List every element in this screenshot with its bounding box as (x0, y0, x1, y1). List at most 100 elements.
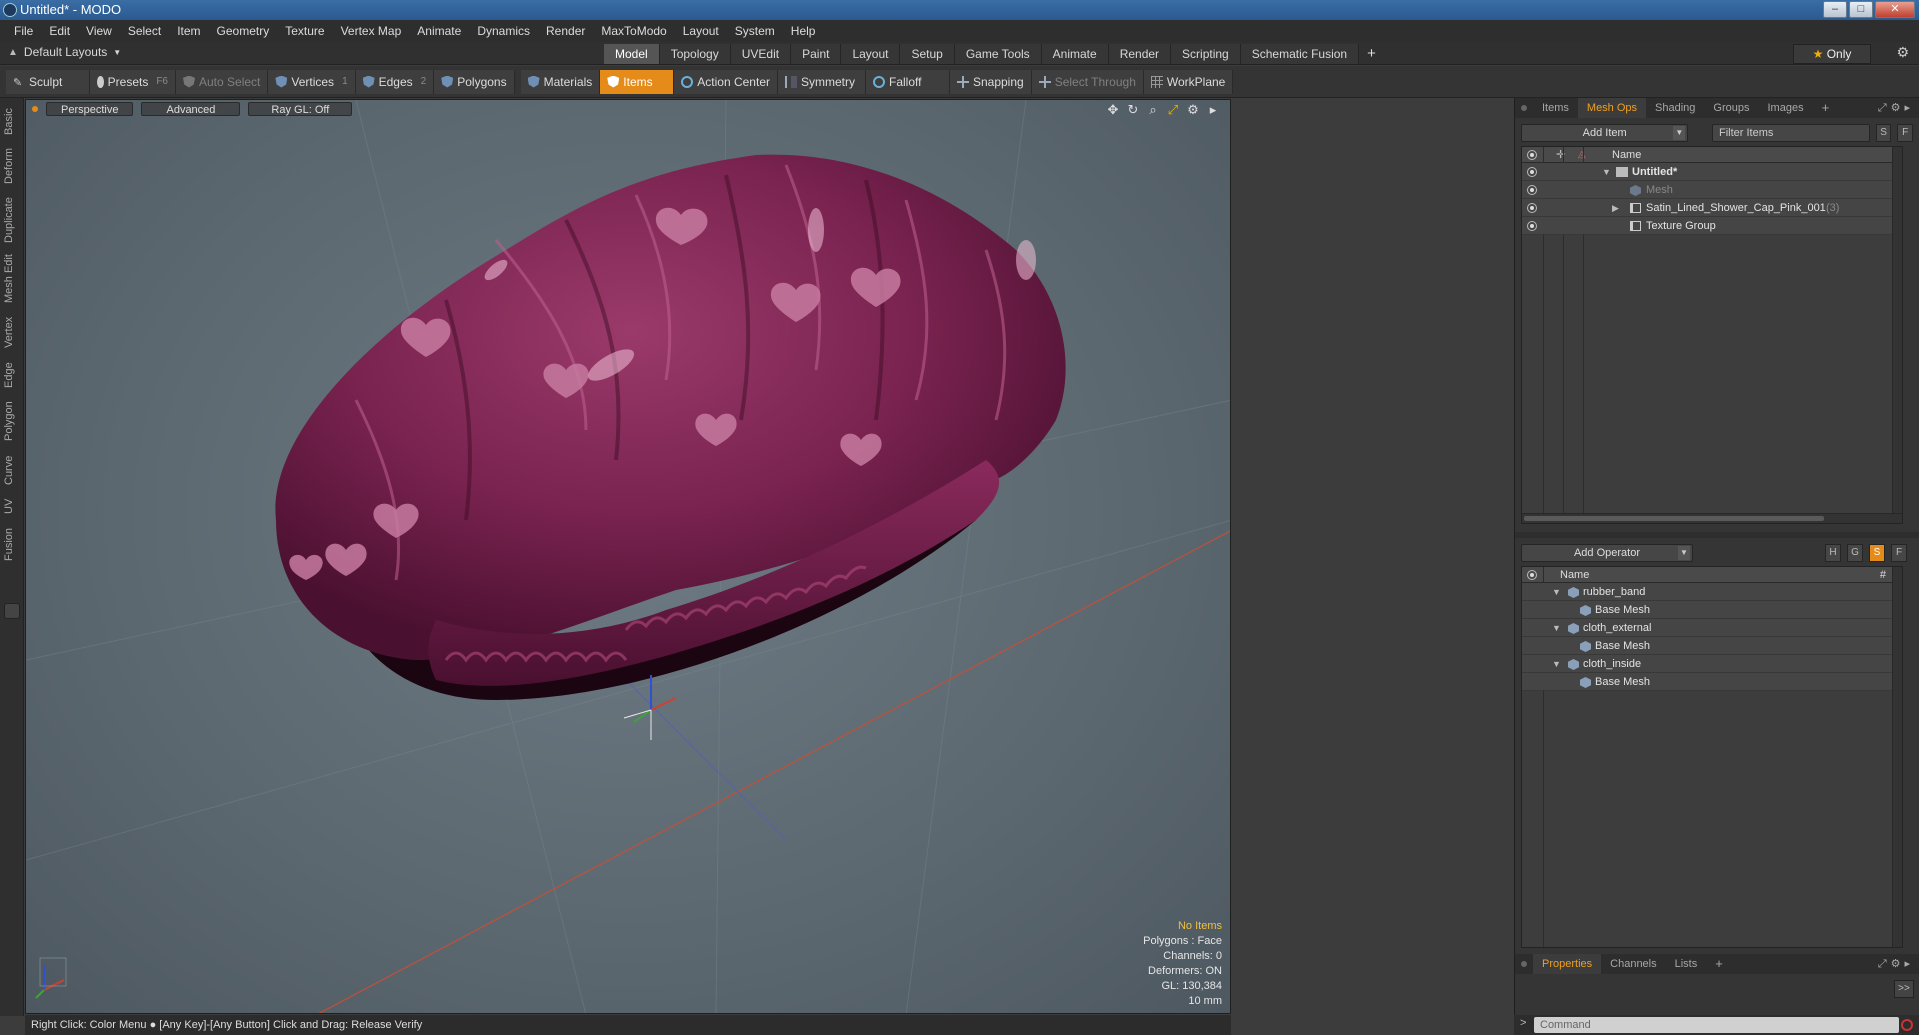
meshop-row[interactable]: Base Mesh (1522, 637, 1902, 655)
menu-select[interactable]: Select (120, 20, 169, 42)
sidetab-mesh-edit[interactable]: Mesh Edit (3, 252, 21, 306)
menu-help[interactable]: Help (783, 20, 824, 42)
visibility-eye-icon[interactable] (1527, 167, 1537, 177)
sidetab-edge[interactable]: Edge (3, 358, 21, 392)
items-horizontal-scrollbar[interactable] (1522, 513, 1902, 523)
tab-items[interactable]: Items (1533, 98, 1578, 118)
menu-system[interactable]: System (727, 20, 783, 42)
polygons-button[interactable]: Polygons (434, 69, 515, 94)
close-button[interactable]: ✕ (1875, 1, 1915, 18)
panel-controls-icons[interactable]: ⤢⚙▸ (1878, 957, 1914, 971)
scrollbar-thumb[interactable] (1524, 516, 1824, 521)
command-input[interactable]: Command (1534, 1017, 1899, 1033)
tree-row-texture-group[interactable]: Texture Group (1522, 217, 1902, 235)
panel-menu-dot[interactable] (1521, 105, 1527, 111)
menu-geometry[interactable]: Geometry (209, 20, 278, 42)
menu-maxtomodo[interactable]: MaxToModo (593, 20, 674, 42)
tab-channels[interactable]: Channels (1601, 954, 1665, 974)
tab-game-tools[interactable]: Game Tools (954, 44, 1042, 64)
snapping-button[interactable]: Snapping (949, 69, 1032, 94)
sidetab-curve[interactable]: Curve (3, 450, 21, 490)
layout-selector[interactable]: ▲ Default Layouts ▼ (8, 45, 121, 59)
sidetab-deform[interactable]: Deform (3, 144, 21, 188)
sidetab-uv[interactable]: UV (3, 494, 21, 518)
select-through-button[interactable]: Select Through (1031, 69, 1144, 94)
tab-layout[interactable]: Layout (841, 44, 901, 64)
tab-images[interactable]: Images (1759, 98, 1813, 118)
f-filter-button[interactable]: F (1897, 124, 1913, 142)
items-button[interactable]: Items (600, 69, 675, 94)
visibility-eye-icon[interactable] (1527, 185, 1537, 195)
falloff-button[interactable]: Falloff (865, 69, 950, 94)
meshop-row[interactable]: ▼ rubber_band (1522, 583, 1902, 601)
add-item-dropdown[interactable]: Add Item ▼ (1521, 124, 1689, 142)
tree-row-mesh[interactable]: Mesh (1522, 181, 1902, 199)
meshops-vertical-scrollbar[interactable] (1892, 567, 1902, 947)
menu-vertex-map[interactable]: Vertex Map (333, 20, 410, 42)
workplane-button[interactable]: WorkPlane (1143, 69, 1234, 94)
expand-triangle-icon[interactable]: ▼ (1552, 619, 1561, 637)
sidetab-polygon[interactable]: Polygon (3, 396, 21, 446)
side-panel-toggle[interactable] (4, 603, 20, 619)
view-type-dropdown[interactable]: Perspective (46, 102, 134, 116)
s-filter-button-active[interactable]: S (1869, 544, 1885, 562)
visibility-eye-icon[interactable] (1527, 203, 1537, 213)
zoom-icon[interactable]: ⌕ (1146, 102, 1160, 118)
menu-texture[interactable]: Texture (277, 20, 332, 42)
shading-style-dropdown[interactable]: Advanced (141, 102, 241, 116)
3d-viewport[interactable]: Perspective Advanced Ray GL: Off ✥ ↻ ⌕ ⤢… (25, 99, 1231, 1014)
presets-button[interactable]: Presets F6 (90, 69, 176, 94)
menu-render[interactable]: Render (538, 20, 593, 42)
meshop-row[interactable]: Base Mesh (1522, 601, 1902, 619)
fit-view-icon[interactable]: ⤢ (1166, 102, 1180, 118)
record-macro-icon[interactable] (1901, 1019, 1913, 1031)
viewport-expand-icon[interactable]: ▸ (1206, 102, 1220, 118)
sidetab-duplicate[interactable]: Duplicate (3, 192, 21, 248)
add-operator-dropdown[interactable]: Add Operator ▼ (1521, 544, 1693, 562)
meshop-row[interactable]: Base Mesh (1522, 673, 1902, 691)
viewport-menu-dot[interactable] (32, 106, 38, 112)
sidetab-basic[interactable]: Basic (3, 104, 21, 140)
only-toggle[interactable]: ★ Only (1793, 44, 1871, 64)
shower-cap-model[interactable] (275, 154, 1066, 700)
pan-icon[interactable]: ✥ (1106, 102, 1120, 118)
visibility-eye-icon[interactable] (1527, 221, 1537, 231)
menu-dynamics[interactable]: Dynamics (469, 20, 538, 42)
tab-paint[interactable]: Paint (791, 44, 842, 64)
tab-scripting[interactable]: Scripting (1171, 44, 1241, 64)
sidetab-fusion[interactable]: Fusion (3, 522, 21, 566)
tab-setup[interactable]: Setup (900, 44, 955, 64)
tab-properties[interactable]: Properties (1533, 954, 1602, 974)
h-filter-button[interactable]: H (1825, 544, 1841, 562)
tab-shading[interactable]: Shading (1646, 98, 1704, 118)
materials-button[interactable]: Materials (520, 69, 601, 94)
maximize-button[interactable]: □ (1849, 1, 1873, 18)
rotate-icon[interactable]: ↻ (1126, 102, 1140, 118)
f-filter-button[interactable]: F (1891, 544, 1907, 562)
expand-properties-button[interactable]: >> (1894, 980, 1914, 998)
symmetry-button[interactable]: Symmetry (777, 69, 866, 94)
menu-file[interactable]: File (6, 20, 41, 42)
tab-animate[interactable]: Animate (1041, 44, 1109, 64)
menu-view[interactable]: View (78, 20, 120, 42)
action-center-button[interactable]: Action Center (674, 69, 778, 94)
menu-item[interactable]: Item (169, 20, 208, 42)
sidetab-vertex[interactable]: Vertex (3, 310, 21, 354)
menu-edit[interactable]: Edit (41, 20, 78, 42)
tab-render[interactable]: Render (1108, 44, 1172, 64)
tab-groups[interactable]: Groups (1704, 98, 1758, 118)
gear-icon[interactable]: ⚙ (1896, 44, 1909, 61)
sculpt-button[interactable]: ✎ Sculpt (6, 69, 90, 94)
menu-animate[interactable]: Animate (409, 20, 469, 42)
expand-triangle-icon[interactable]: ▼ (1602, 163, 1611, 181)
vertices-button[interactable]: Vertices 1 (268, 69, 356, 94)
add-tab-button[interactable]: + (1359, 44, 1384, 64)
tab-topology[interactable]: Topology (659, 44, 731, 64)
tab-schematic-fusion[interactable]: Schematic Fusion (1240, 44, 1360, 64)
tab-model[interactable]: Model (604, 44, 660, 64)
tree-row-scene[interactable]: ▼ Untitled* (1522, 163, 1902, 181)
s-filter-button[interactable]: S (1875, 124, 1892, 142)
menu-layout[interactable]: Layout (675, 20, 727, 42)
tree-row-shower-cap[interactable]: ▶ Satin_Lined_Shower_Cap_Pink_001 (3) (1522, 199, 1902, 217)
panel-menu-dot[interactable] (1521, 961, 1527, 967)
